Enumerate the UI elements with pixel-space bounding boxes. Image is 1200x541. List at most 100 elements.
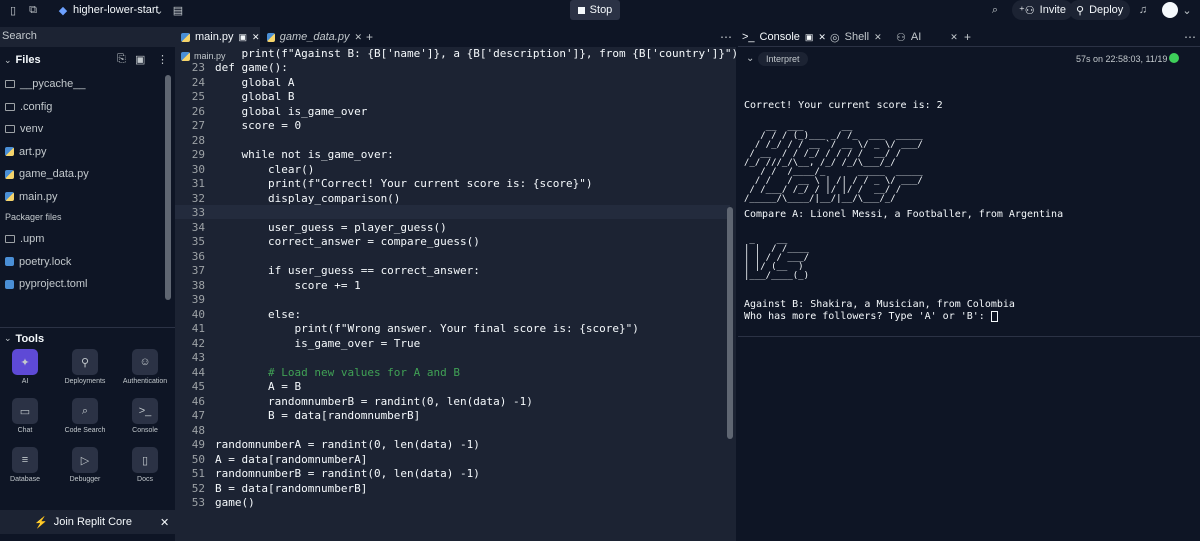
tool-chat[interactable]: ▭ Chat	[0, 398, 50, 434]
file-item[interactable]: game_data.py	[0, 163, 175, 186]
repl-name[interactable]: higher-lower-start	[73, 4, 159, 16]
file-item[interactable]: venv	[0, 118, 175, 141]
tool-authentication[interactable]: ☺ Authentication	[120, 349, 170, 385]
more-options-icon[interactable]: ⋯	[1184, 30, 1196, 44]
code-line: global B	[215, 90, 295, 103]
add-user-icon: ⁺⚇	[1019, 4, 1035, 17]
line-number: 49	[191, 438, 205, 451]
file-item[interactable]: __pycache__	[0, 73, 175, 96]
file-item[interactable]: poetry.lock	[0, 251, 175, 274]
replit-logo-icon[interactable]: ⧉	[26, 3, 40, 17]
invite-button[interactable]: ⁺⚇ Invite	[1012, 0, 1073, 20]
tool-docs[interactable]: ▯ Docs	[120, 447, 170, 483]
tool-label: AI	[21, 378, 29, 385]
interpret-badge[interactable]: Interpret	[758, 52, 808, 66]
tool-label: Database	[10, 476, 40, 483]
more-options-icon[interactable]: ⋮	[157, 53, 168, 66]
more-options-icon[interactable]: ⋯	[720, 30, 732, 44]
tasks-icon[interactable]: ▤	[171, 3, 185, 17]
files-title: Files	[15, 54, 41, 66]
stop-icon	[577, 6, 585, 14]
line-number: 41	[191, 322, 205, 335]
search-icon[interactable]: ⌕	[988, 3, 1002, 17]
tool-console[interactable]: >_ Console	[120, 398, 170, 434]
python-file-icon	[5, 192, 14, 202]
chevron-down-icon[interactable]: ⌄	[1180, 3, 1194, 17]
line-number: 40	[191, 307, 205, 321]
line-number: 50	[191, 452, 205, 466]
scrollbar[interactable]	[165, 75, 171, 300]
file-item[interactable]: .config	[0, 96, 175, 119]
tab-game-data-py[interactable]: game_data.py ✕	[267, 27, 362, 47]
stop-button[interactable]: Stop	[570, 0, 620, 20]
code-search-icon: ⌕	[72, 398, 98, 424]
new-tab-icon[interactable]: +	[366, 30, 373, 44]
file-item[interactable]: art.py	[0, 141, 175, 164]
tab-main-py[interactable]: main.py ▣ ✕	[175, 27, 260, 47]
tool-database[interactable]: ≡ Database	[0, 447, 50, 483]
ascii-logo: __ ___ __ / / / (_)___ _/ /_ ___ _____ /…	[744, 122, 923, 204]
line-number: 26	[191, 104, 205, 118]
chevron-down-icon[interactable]: ⌄	[746, 53, 754, 64]
close-icon[interactable]: ✕	[818, 32, 826, 43]
packager-title: Packager files	[5, 212, 62, 222]
close-icon[interactable]: ✕	[874, 32, 882, 43]
file-item[interactable]: main.py	[0, 186, 175, 209]
line-number: 47	[191, 409, 205, 422]
authentication-icon: ☺	[132, 349, 158, 375]
tool-debugger[interactable]: ▷ Debugger	[60, 447, 110, 483]
tab-options-icon[interactable]: ▣	[239, 32, 248, 43]
code-line: clear()	[215, 162, 315, 176]
bell-icon[interactable]: ♫	[1136, 3, 1150, 17]
code-line: def game():	[215, 61, 288, 74]
debugger-icon: ▷	[72, 447, 98, 473]
tool-code-search[interactable]: ⌕ Code Search	[60, 398, 110, 434]
join-core-banner[interactable]: ⚡ Join Replit Core ✕	[0, 510, 175, 534]
chevron-down-icon[interactable]: ⌄	[4, 333, 12, 344]
tab-ai[interactable]: ⚇ AI ✕	[896, 27, 958, 47]
line-number: 32	[191, 191, 205, 205]
close-icon[interactable]: ✕	[950, 32, 958, 43]
file-item[interactable]: .upm	[0, 228, 175, 251]
top-bar: ▯ ⧉ ◆ higher-lower-start ⌄ ▤ Stop ⌕ ⁺⚇ I…	[0, 0, 1200, 20]
tab-console[interactable]: >_ Console ▣ ✕	[742, 27, 826, 47]
code-line: randomnumberB = randint(0, len(data) -1)	[215, 467, 480, 480]
close-icon[interactable]: ✕	[354, 32, 362, 43]
sidebar-toggle-icon[interactable]: ▯	[6, 3, 20, 17]
file-item[interactable]: pyproject.toml	[0, 273, 175, 296]
console-prompt-line[interactable]: Who has more followers? Type 'A' or 'B':	[744, 311, 998, 322]
file-tree: __pycache__ .config venv art.py game_data.py…	[0, 73, 175, 208]
chevron-down-icon[interactable]: ⌄	[4, 55, 12, 66]
code-line: B = data[randomnumberB]	[215, 481, 368, 495]
scrollbar[interactable]	[727, 207, 733, 439]
code-line: randomnumberA = randint(0, len(data) -1)	[215, 438, 480, 451]
code-editor: main.py ▣ ✕ game_data.py ✕ + ⋯ main.py 2…	[175, 27, 736, 541]
file-icon	[5, 257, 14, 267]
chat-icon: ▭	[12, 398, 38, 424]
python-file-icon	[181, 51, 190, 61]
tab-label: Shell	[844, 31, 870, 43]
chevron-down-icon[interactable]: ⌄	[152, 3, 166, 17]
search-input[interactable]: Search	[0, 27, 175, 47]
tab-label: main.py	[195, 31, 234, 43]
line-number: 53	[191, 496, 205, 509]
code-line: correct_answer = compare_guess()	[215, 235, 480, 248]
console-line: Correct! Your current score is: 2	[744, 100, 943, 111]
close-icon[interactable]: ✕	[252, 32, 260, 43]
line-number: 52	[191, 481, 205, 495]
line-number: 33	[191, 206, 205, 219]
tool-deployments[interactable]: ⚲ Deployments	[60, 349, 110, 385]
deploy-button[interactable]: ⚲ Deploy	[1069, 0, 1131, 20]
avatar[interactable]	[1162, 2, 1178, 18]
new-tab-icon[interactable]: +	[964, 30, 971, 44]
tab-shell[interactable]: ◎ Shell ✕	[830, 27, 882, 47]
new-folder-icon[interactable]: ▣	[135, 53, 145, 66]
close-icon[interactable]: ✕	[160, 516, 169, 529]
new-file-icon[interactable]: ⎘	[117, 53, 126, 66]
code-line: score += 1	[215, 278, 361, 292]
tab-options-icon[interactable]: ▣	[805, 32, 814, 43]
file-label: __pycache__	[20, 78, 86, 91]
tool-ai[interactable]: ✦ AI	[0, 349, 50, 385]
line-number: 37	[191, 264, 205, 277]
tab-label: Console	[759, 31, 800, 43]
